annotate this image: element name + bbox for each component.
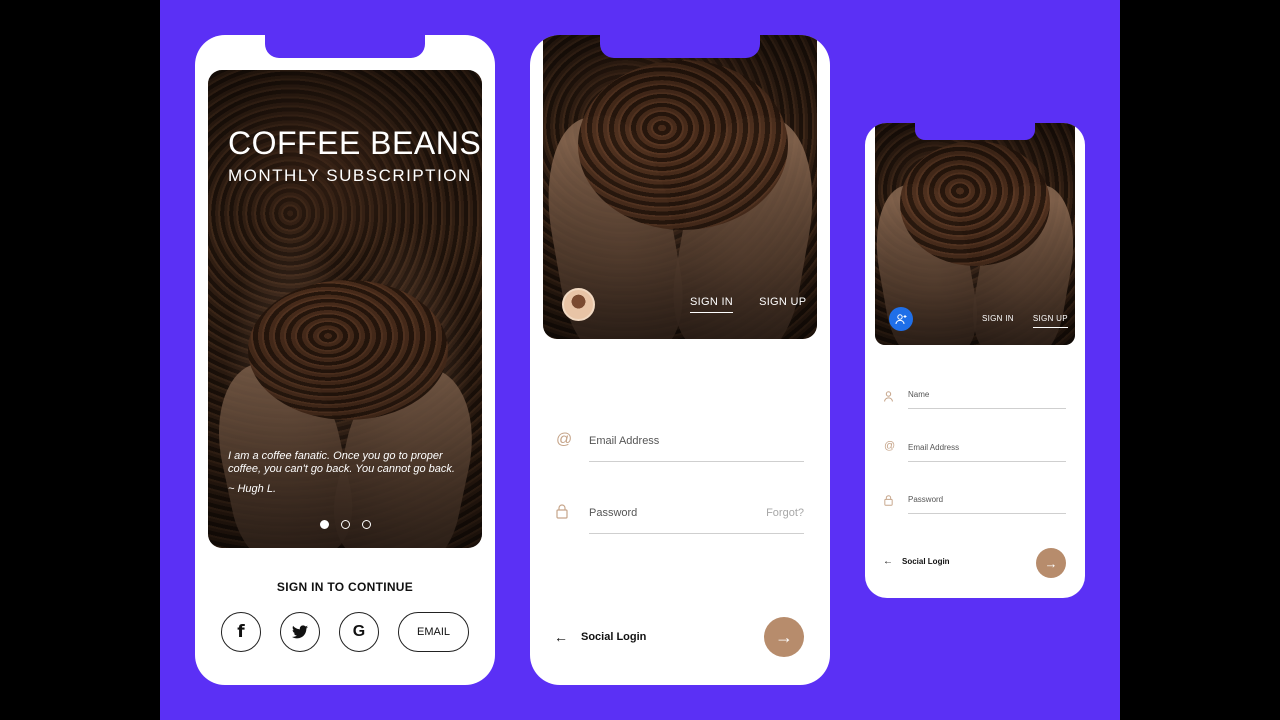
add-user-button[interactable] bbox=[889, 307, 913, 331]
hero-image: COFFEE BEANS MONTHLY SUBSCRIPTION I am a… bbox=[208, 70, 482, 548]
quote-text: I am a coffee fanatic. Once you go to pr… bbox=[228, 450, 455, 475]
phone-sign-in: SIGN IN SIGN UP @ Email Address Password… bbox=[530, 35, 830, 685]
submit-button[interactable]: → bbox=[764, 617, 804, 657]
carousel-dot-1[interactable] bbox=[320, 520, 329, 529]
name-placeholder: Name bbox=[908, 390, 930, 399]
signin-continue-label: SIGN IN TO CONTINUE bbox=[276, 580, 414, 594]
name-field[interactable]: Name bbox=[908, 387, 1066, 409]
phone-notch bbox=[600, 35, 760, 58]
tab-sign-in[interactable]: SIGN IN bbox=[690, 296, 734, 313]
google-button[interactable]: G bbox=[339, 612, 379, 652]
social-login-link[interactable]: ← Social Login bbox=[554, 629, 646, 645]
social-login-link[interactable]: ← Social Login bbox=[883, 556, 950, 567]
add-user-icon bbox=[895, 314, 907, 325]
password-field[interactable]: Password bbox=[908, 492, 1066, 514]
twitter-icon bbox=[292, 625, 308, 639]
social-login-label: Social Login bbox=[902, 557, 950, 566]
canvas: COFFEE BEANS MONTHLY SUBSCRIPTION I am a… bbox=[160, 0, 1120, 720]
at-icon: @ bbox=[884, 440, 896, 452]
password-field[interactable]: Password Forgot? bbox=[589, 503, 804, 534]
phone-sign-up: SIGN IN SIGN UP Name @ Email Address Pas… bbox=[865, 123, 1085, 598]
social-buttons: f G EMAIL bbox=[221, 612, 469, 652]
facebook-icon: f bbox=[237, 622, 245, 642]
phone-notch bbox=[265, 35, 425, 58]
twitter-button[interactable] bbox=[280, 612, 320, 652]
quote-author: ~ Hugh L. bbox=[228, 483, 277, 495]
forgot-password-link[interactable]: Forgot? bbox=[766, 507, 804, 519]
email-placeholder: Email Address bbox=[908, 443, 960, 452]
header-image: SIGN IN SIGN UP bbox=[875, 123, 1075, 345]
google-icon: G bbox=[352, 623, 366, 640]
header-image: SIGN IN SIGN UP bbox=[543, 35, 817, 339]
phone-onboarding: COFFEE BEANS MONTHLY SUBSCRIPTION I am a… bbox=[195, 35, 495, 685]
social-login-label: Social Login bbox=[581, 631, 647, 643]
submit-button[interactable]: → bbox=[1036, 548, 1066, 578]
lock-icon bbox=[884, 493, 893, 511]
email-field[interactable]: Email Address bbox=[908, 440, 1066, 462]
auth-tabs: SIGN IN SIGN UP bbox=[690, 296, 806, 313]
arrow-right-icon: → bbox=[775, 626, 793, 647]
carousel-dots bbox=[320, 520, 371, 529]
email-button[interactable]: EMAIL bbox=[398, 612, 469, 652]
lock-icon bbox=[556, 504, 568, 524]
carousel-dot-3[interactable] bbox=[362, 520, 371, 529]
phone-notch bbox=[915, 123, 1035, 140]
tab-sign-up[interactable]: SIGN UP bbox=[1032, 314, 1068, 328]
at-icon: @ bbox=[556, 431, 573, 448]
password-placeholder: Password bbox=[908, 495, 944, 504]
title: COFFEE BEANS bbox=[228, 125, 482, 161]
email-field[interactable]: Email Address bbox=[589, 431, 804, 462]
tab-sign-up[interactable]: SIGN UP bbox=[759, 296, 806, 313]
arrow-left-icon: ← bbox=[554, 629, 568, 645]
arrow-right-icon: → bbox=[1044, 555, 1058, 571]
tab-sign-in[interactable]: SIGN IN bbox=[982, 314, 1014, 328]
user-icon bbox=[884, 389, 893, 407]
auth-tabs: SIGN IN SIGN UP bbox=[982, 314, 1068, 328]
avatar[interactable] bbox=[562, 288, 595, 321]
password-placeholder: Password bbox=[589, 507, 638, 519]
email-placeholder: Email Address bbox=[589, 435, 660, 447]
subtitle: MONTHLY SUBSCRIPTION bbox=[228, 166, 472, 185]
facebook-button[interactable]: f bbox=[221, 612, 261, 652]
arrow-left-icon: ← bbox=[883, 556, 893, 567]
carousel-dot-2[interactable] bbox=[341, 520, 350, 529]
